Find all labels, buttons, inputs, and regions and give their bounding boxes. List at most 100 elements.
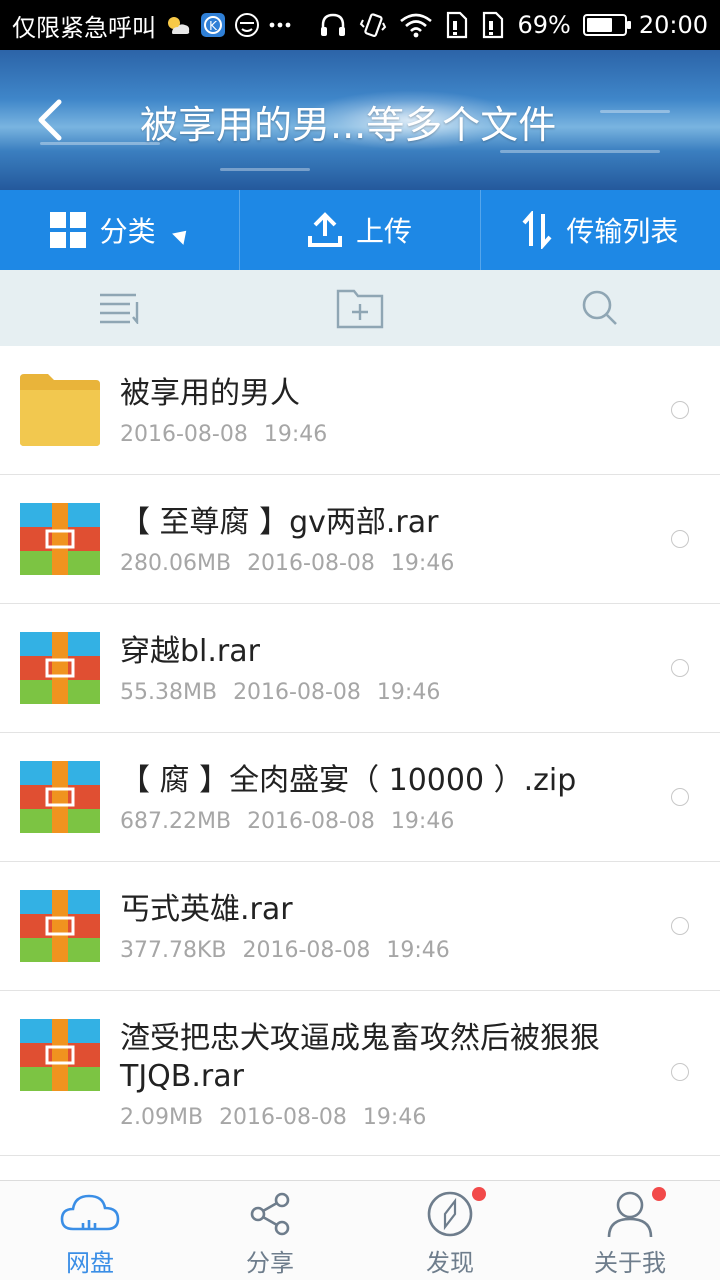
back-button[interactable]: [22, 90, 78, 150]
k-app-icon: K: [200, 12, 226, 38]
upload-button[interactable]: 上传: [240, 190, 481, 270]
nav-item-discover[interactable]: 发现: [360, 1181, 540, 1280]
select-radio[interactable]: [671, 917, 689, 935]
category-button[interactable]: 分类: [0, 190, 241, 270]
search-icon: [582, 290, 617, 325]
nav-label: 发现: [426, 1249, 474, 1277]
file-name: 【 至尊腐 】gv两部.rar: [120, 505, 439, 540]
file-meta: 2016-08-08 19:46: [120, 422, 343, 447]
file-meta: 377.78KB 2016-08-08 19:46: [120, 938, 466, 963]
archive-icon: [20, 632, 100, 704]
file-list: 被享用的男人 2016-08-08 19:46 【 至尊腐 】gv两部.rar 2…: [0, 346, 720, 1156]
file-row[interactable]: 穿越bl.rar 55.38MB 2016-08-08 19:46: [0, 604, 720, 733]
sort-icon: [100, 293, 139, 324]
user-icon: [607, 1191, 653, 1238]
select-radio[interactable]: [671, 788, 689, 806]
nav-label: 关于我: [594, 1249, 666, 1277]
upload-label: 上传: [355, 215, 412, 248]
nav-item-share[interactable]: 分享: [180, 1181, 360, 1280]
compass-icon: [427, 1191, 473, 1237]
transfer-list-button[interactable]: 传输列表: [481, 190, 720, 270]
file-row[interactable]: 【 至尊腐 】gv两部.rar 280.06MB 2016-08-08 19:46: [0, 475, 720, 604]
file-date: 2016-08-08: [247, 809, 375, 834]
face-app-icon: [234, 12, 260, 38]
file-meta: 687.22MB 2016-08-08 19:46: [120, 809, 470, 834]
folder-icon: [20, 374, 100, 446]
clock: 20:00: [638, 11, 708, 39]
wifi-icon: [399, 12, 433, 38]
file-date: 2016-08-08: [233, 680, 361, 705]
file-date: 2016-08-08: [219, 1105, 347, 1130]
file-size: 55.38MB: [120, 680, 218, 705]
file-name: 渣受把忠犬攻逼成鬼畜攻然后被狠狠TJQB.rar: [120, 1021, 600, 1094]
file-time: 19:46: [390, 809, 455, 834]
more-icon: [268, 20, 292, 30]
file-size: 377.78KB: [120, 938, 227, 963]
file-date: 2016-08-08: [247, 551, 375, 576]
file-date: 2016-08-08: [242, 938, 371, 963]
grid-icon: [49, 212, 86, 248]
new-folder-button[interactable]: [240, 270, 480, 346]
page-title: 被享用的男...等多个文件: [140, 103, 557, 147]
file-time: 19:46: [376, 680, 441, 705]
vibrate-icon: [359, 11, 387, 39]
file-size: 280.06MB: [120, 551, 232, 576]
archive-icon: [20, 1019, 100, 1091]
file-row[interactable]: 丐式英雄.rar 377.78KB 2016-08-08 19:46: [0, 862, 720, 991]
transfer-icon: [522, 211, 552, 249]
notification-badge: [652, 1187, 666, 1201]
battery-icon: [582, 14, 631, 36]
header-wave: [500, 150, 660, 153]
new-folder-icon: [336, 289, 384, 329]
dropdown-triangle-icon: [171, 225, 192, 245]
select-radio[interactable]: [671, 401, 689, 419]
select-radio[interactable]: [671, 659, 689, 677]
file-meta: 2.09MB 2016-08-08 19:46: [120, 1105, 442, 1130]
file-time: 19:46: [386, 938, 450, 963]
header-wave: [220, 168, 310, 171]
file-meta: 55.38MB 2016-08-08 19:46: [120, 680, 456, 705]
transfer-list-label: 传输列表: [566, 215, 679, 248]
headphone-icon: [319, 12, 347, 38]
file-name: 穿越bl.rar: [120, 634, 260, 669]
select-radio[interactable]: [671, 1063, 689, 1081]
sim-icon: [445, 11, 469, 39]
nav-label: 网盘: [66, 1249, 114, 1277]
file-name: 丐式英雄.rar: [120, 892, 293, 927]
status-bar: 仅限紧急呼叫 K 69% 20:00: [0, 0, 720, 50]
nav-item-me[interactable]: 关于我: [540, 1181, 720, 1280]
archive-icon: [20, 503, 100, 575]
file-size: 2.09MB: [120, 1105, 204, 1130]
file-time: 19:46: [362, 1105, 427, 1130]
share-icon: [250, 1192, 290, 1236]
sim2-icon: [481, 11, 505, 39]
file-meta: 280.06MB 2016-08-08 19:46: [120, 551, 470, 576]
archive-icon: [20, 761, 100, 833]
select-radio[interactable]: [671, 530, 689, 548]
notification-badge: [472, 1187, 486, 1201]
bottom-nav: 网盘 分享 发现 关于我: [0, 1180, 720, 1280]
back-arrow-icon: [38, 99, 62, 141]
file-time: 19:46: [390, 551, 455, 576]
file-row[interactable]: 渣受把忠犬攻逼成鬼畜攻然后被狠狠TJQB.rar 2.09MB 2016-08-0…: [0, 991, 720, 1156]
toolbar: [0, 270, 720, 346]
carrier-text: 仅限紧急呼叫: [12, 13, 156, 42]
file-row[interactable]: 被享用的男人 2016-08-08 19:46: [0, 346, 720, 475]
archive-icon: [20, 890, 100, 962]
cloud-icon: [60, 1194, 120, 1231]
nav-item-netdisk[interactable]: 网盘: [0, 1181, 180, 1280]
nav-label: 分享: [246, 1249, 294, 1277]
category-label: 分类: [99, 215, 156, 248]
file-row[interactable]: 【 腐 】全肉盛宴（ 10000 ）.zip 687.22MB 2016-08-0…: [0, 733, 720, 862]
file-name: 被享用的男人: [120, 376, 300, 411]
header: 被享用的男...等多个文件: [0, 50, 720, 190]
file-date: 2016-08-08: [120, 422, 248, 447]
file-size: 687.22MB: [120, 809, 232, 834]
battery-fill: [586, 18, 612, 32]
weather-icon: [164, 13, 192, 37]
sort-button[interactable]: [0, 270, 240, 346]
battery-percent: 69%: [517, 11, 571, 39]
search-button[interactable]: [480, 270, 720, 346]
action-bar: 分类 上传 传输列表: [0, 190, 720, 270]
file-name: 【 腐 】全肉盛宴（ 10000 ）.zip: [120, 763, 577, 798]
